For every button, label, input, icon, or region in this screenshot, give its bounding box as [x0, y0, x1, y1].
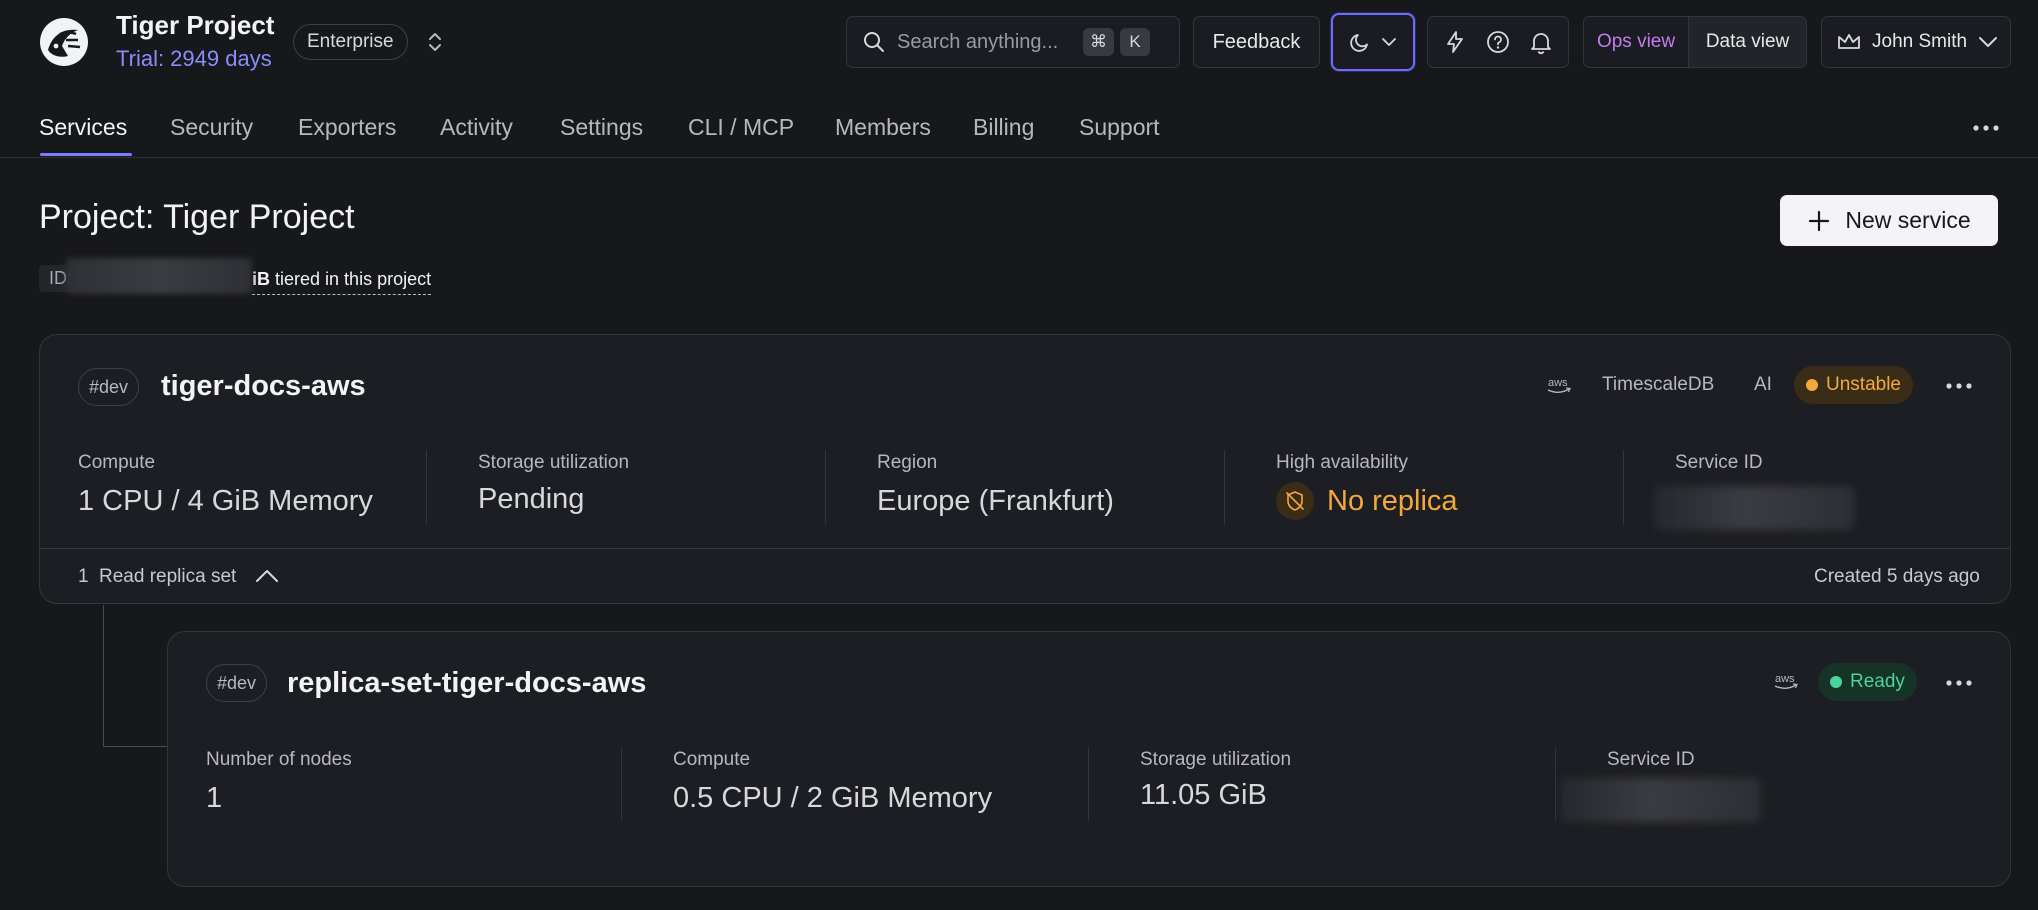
- redacted-service-id: [1654, 486, 1854, 530]
- env-tag: #dev: [78, 368, 140, 406]
- card-footer-divider: [40, 548, 2010, 549]
- chevron-up-icon[interactable]: [254, 565, 280, 587]
- stat-divider: [1555, 747, 1556, 821]
- tab-activity[interactable]: Activity: [440, 114, 513, 141]
- plan-badge: Enterprise: [293, 24, 408, 60]
- new-service-button[interactable]: New service: [1780, 195, 1998, 246]
- nodes-value: 1: [206, 782, 223, 814]
- help-icon[interactable]: [1485, 29, 1511, 55]
- more-vertical-icon[interactable]: [1944, 374, 1974, 398]
- region-label: Region: [877, 452, 938, 473]
- ha-value: No replica: [1327, 485, 1458, 517]
- new-service-label: New service: [1845, 207, 1971, 233]
- chevron-up-down-icon[interactable]: [424, 30, 446, 54]
- search-icon: [861, 29, 887, 55]
- no-replica-shield-icon: [1276, 482, 1314, 520]
- data-view-tab[interactable]: Data view: [1689, 17, 1806, 67]
- region-value: Europe (Frankfurt): [877, 485, 1114, 517]
- replica-name[interactable]: replica-set-tiger-docs-aws: [287, 667, 646, 700]
- replica-connector-line: [103, 605, 169, 747]
- tab-billing[interactable]: Billing: [973, 114, 1034, 141]
- kbd-command: ⌘: [1083, 28, 1114, 56]
- project-name: Tiger Project: [116, 10, 275, 40]
- crown-icon: [1836, 31, 1862, 53]
- more-vertical-icon[interactable]: [1944, 671, 1974, 695]
- tab-settings[interactable]: Settings: [560, 114, 643, 141]
- search-input[interactable]: [897, 30, 1077, 54]
- replica-count: 1: [78, 566, 89, 587]
- chevron-down-icon: [1977, 33, 1999, 51]
- moon-icon: [1348, 30, 1372, 54]
- tab-security[interactable]: Security: [170, 114, 253, 141]
- status-text: Unstable: [1826, 374, 1901, 395]
- tab-bar: Services Security Exporters Activity Set…: [0, 102, 2038, 158]
- feedback-button[interactable]: Feedback: [1193, 16, 1320, 68]
- storage-label: Storage utilization: [478, 452, 630, 473]
- replica-env-tag: #dev: [206, 664, 268, 702]
- tab-cli-mcp[interactable]: CLI / MCP: [688, 114, 794, 141]
- replica-status-text: Ready: [1850, 671, 1905, 692]
- compute-label: Compute: [78, 452, 156, 473]
- tiger-logo-icon[interactable]: [38, 16, 90, 68]
- view-toggle: Ops view Data view: [1583, 16, 1807, 68]
- replica-set-toggle[interactable]: Read replica set: [99, 566, 236, 588]
- aws-icon: aws: [1545, 374, 1573, 396]
- engine-label: TimescaleDB: [1602, 374, 1715, 395]
- project-id-row: ID: v iB tiered in this project: [39, 258, 432, 295]
- replica-status-badge: Ready: [1818, 663, 1917, 701]
- tab-members[interactable]: Members: [835, 114, 931, 141]
- lightning-icon[interactable]: [1442, 29, 1468, 55]
- page-title: Project: Tiger Project: [39, 198, 355, 236]
- stat-divider: [1088, 747, 1089, 821]
- service-name[interactable]: tiger-docs-aws: [161, 370, 366, 403]
- header-icon-group: [1427, 16, 1569, 68]
- service-id-label: Service ID: [1675, 452, 1763, 473]
- stat-divider: [426, 450, 427, 524]
- tab-exporters[interactable]: Exporters: [298, 114, 396, 141]
- more-horizontal-icon[interactable]: [1970, 116, 2002, 140]
- storage-value: Pending: [478, 483, 585, 515]
- compute-value: 1 CPU / 4 GiB Memory: [78, 485, 373, 517]
- created-time: Created 5 days ago: [1814, 566, 1980, 587]
- redacted-replica-service-id: [1560, 778, 1760, 822]
- search-box[interactable]: ⌘ K: [846, 16, 1180, 68]
- trial-days[interactable]: Trial: 2949 days: [116, 46, 272, 72]
- replica-service-id-label: Service ID: [1607, 749, 1695, 770]
- status-badge: Unstable: [1794, 366, 1913, 404]
- aws-icon: aws: [1772, 670, 1800, 692]
- chevron-down-icon: [1380, 33, 1398, 51]
- kbd-k: K: [1120, 28, 1150, 56]
- stat-divider: [1623, 450, 1624, 524]
- redacted-project-id: [66, 258, 253, 294]
- replica-storage-value: 11.05 GiB: [1140, 779, 1267, 811]
- user-menu-button[interactable]: John Smith: [1821, 16, 2011, 68]
- tab-support[interactable]: Support: [1079, 114, 1160, 141]
- tiered-text: tiered in this project: [270, 269, 432, 289]
- plus-icon: [1807, 209, 1831, 233]
- user-name: John Smith: [1872, 31, 1968, 52]
- tiered-storage-summary[interactable]: iB tiered in this project: [252, 269, 432, 295]
- tab-services[interactable]: Services: [39, 114, 127, 141]
- svg-text:aws: aws: [1548, 377, 1568, 389]
- replica-storage-label: Storage utilization: [1140, 749, 1292, 770]
- tiered-size-tail: iB: [252, 269, 271, 289]
- active-tab-indicator: [40, 153, 132, 156]
- svg-text:aws: aws: [1775, 673, 1795, 685]
- ai-label: AI: [1754, 374, 1772, 395]
- stat-divider: [825, 450, 826, 524]
- status-dot: [1806, 379, 1818, 391]
- stat-divider: [1224, 450, 1225, 524]
- theme-toggle-button[interactable]: [1331, 13, 1415, 71]
- nodes-label: Number of nodes: [206, 749, 352, 770]
- replica-compute-value: 0.5 CPU / 2 GiB Memory: [673, 782, 993, 814]
- replica-compute-label: Compute: [673, 749, 751, 770]
- bell-icon[interactable]: [1528, 29, 1554, 55]
- ops-view-tab[interactable]: Ops view: [1584, 17, 1690, 67]
- status-dot: [1830, 676, 1842, 688]
- ha-label: High availability: [1276, 452, 1409, 473]
- stat-divider: [621, 747, 622, 821]
